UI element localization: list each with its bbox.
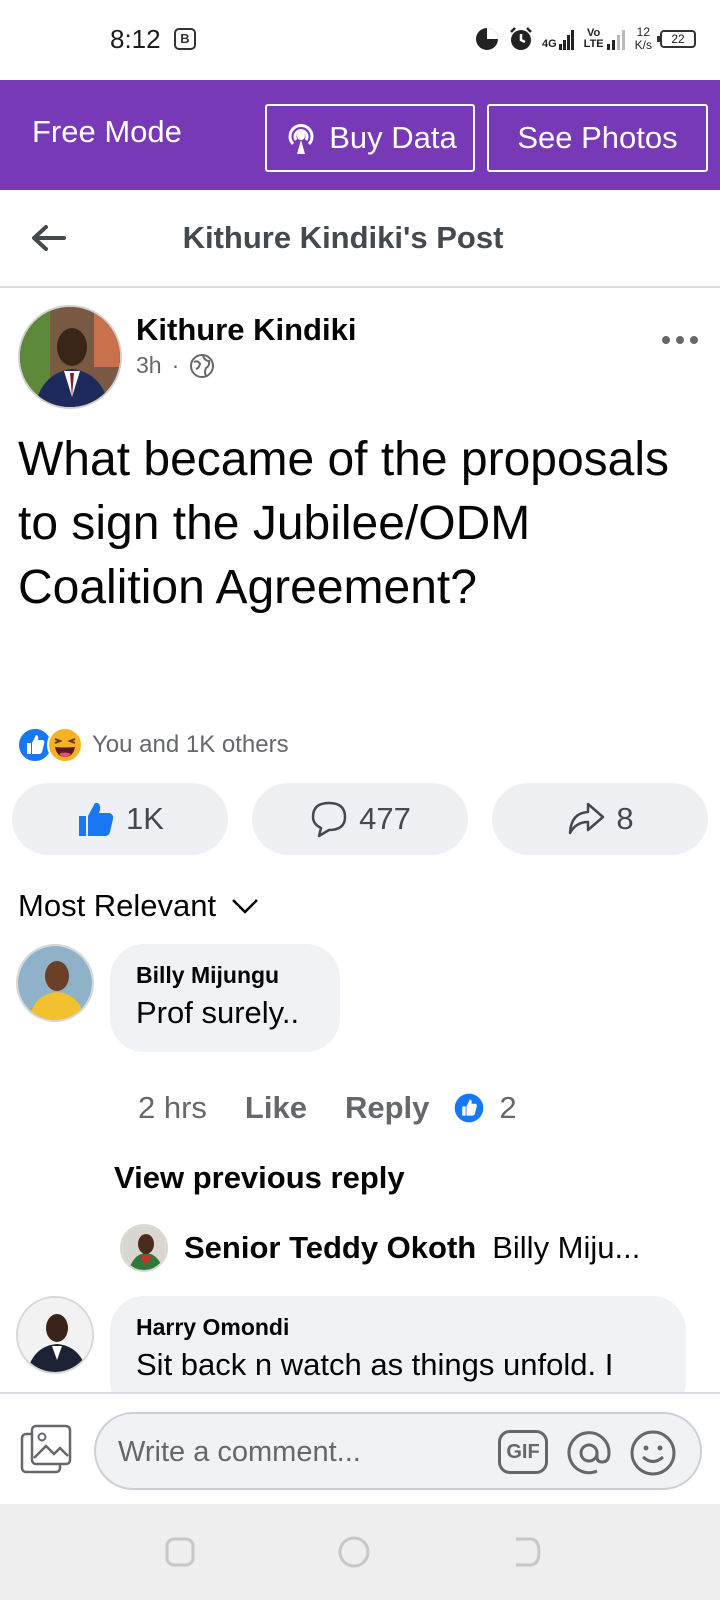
status-bar: 8:12 B 4G Vo LTE 12 K/s 22 — [0, 0, 720, 80]
post-author-name[interactable]: Kithure Kindiki — [136, 312, 356, 348]
status-icons: 4G Vo LTE 12 K/s 22 — [474, 22, 696, 56]
post-meta: 3h · — [136, 352, 215, 379]
comment-author[interactable]: Billy Mijungu — [136, 962, 314, 989]
haha-reaction-icon — [47, 727, 83, 763]
mention-icon[interactable] — [564, 1428, 614, 1478]
globe-icon — [190, 353, 215, 378]
comment-input-placeholder: Write a comment... — [118, 1436, 361, 1468]
comment-composer: Write a comment... GIF — [0, 1392, 720, 1504]
free-mode-banner: Free Mode Buy Data See Photos — [0, 80, 720, 190]
comment-text: Sit back n watch as things unfold. I — [136, 1347, 614, 1382]
comment-sort-dropdown[interactable]: Most Relevant — [18, 888, 260, 924]
system-navigation-bar — [0, 1504, 720, 1600]
home-icon[interactable] — [336, 1534, 372, 1570]
photo-gallery-icon[interactable] — [20, 1424, 72, 1474]
reply-avatar — [120, 1224, 168, 1272]
comment-avatar[interactable] — [16, 1296, 94, 1374]
volte-signal-icon: Vo LTE — [583, 28, 627, 50]
recent-apps-icon[interactable] — [162, 1534, 198, 1570]
mobile-signal-icon: 4G — [542, 28, 575, 50]
avatar-photo — [18, 946, 92, 1020]
network-type-label: 4G — [541, 38, 557, 50]
view-previous-reply-link[interactable]: View previous reply — [114, 1160, 405, 1196]
speed-unit: K/s — [634, 38, 652, 52]
post-author-avatar[interactable] — [18, 305, 122, 409]
comment-bubble-icon — [311, 801, 347, 838]
share-button[interactable]: 8 — [492, 783, 708, 855]
comment-input[interactable]: Write a comment... GIF — [94, 1412, 702, 1490]
data-saver-icon — [475, 28, 498, 50]
comment-avatar[interactable] — [16, 944, 94, 1022]
app-badge-icon: B — [174, 28, 196, 50]
buy-data-label: Buy Data — [329, 120, 457, 155]
post-body-text: What became of the proposals to sign the… — [18, 433, 670, 614]
reply-author: Senior Teddy Okoth — [184, 1230, 477, 1265]
more-options-icon[interactable] — [660, 330, 700, 350]
alarm-icon — [510, 27, 532, 50]
reply-preview[interactable]: Senior Teddy Okoth Billy Miju... — [120, 1224, 640, 1272]
post-time: 3h — [136, 352, 162, 378]
comment-time: 2 hrs — [138, 1090, 207, 1125]
comment-like-button[interactable]: Like — [245, 1090, 307, 1126]
back-icon[interactable] — [508, 1534, 544, 1570]
status-time: 8:12 — [110, 24, 161, 54]
battery-icon: 22 — [657, 30, 696, 48]
chevron-down-icon — [232, 899, 259, 914]
volte-label: Vo LTE — [583, 27, 604, 50]
meta-separator: · — [171, 352, 180, 378]
post-header: Kithure Kindiki's Post — [0, 190, 720, 288]
comment-count: 477 — [359, 801, 411, 836]
comment-text: Prof surely.. — [136, 995, 300, 1030]
see-photos-button[interactable]: See Photos — [487, 104, 708, 172]
reactions-text: You and 1K others — [92, 731, 289, 758]
comment-reply-button[interactable]: Reply — [345, 1090, 429, 1126]
like-count: 1K — [126, 801, 164, 836]
broadcast-icon — [288, 124, 314, 154]
buy-data-button[interactable]: Buy Data — [265, 104, 475, 172]
free-mode-label: Free Mode — [32, 114, 182, 149]
avatar-photo — [18, 1298, 92, 1372]
emoji-icon[interactable] — [628, 1428, 678, 1478]
thumbs-up-icon — [79, 802, 114, 836]
share-arrow-icon — [569, 802, 605, 835]
avatar-photo — [122, 1226, 166, 1270]
like-button[interactable]: 1K — [12, 783, 228, 855]
gif-icon[interactable]: GIF — [498, 1430, 548, 1474]
comment-author[interactable]: Harry Omondi — [136, 1314, 660, 1341]
network-speed: 12 K/s — [635, 26, 652, 52]
reactions-summary[interactable]: You and 1K others — [16, 726, 289, 764]
avatar-photo — [20, 307, 120, 407]
comment-actions: 2 hrs Like Reply 2 — [138, 1090, 517, 1126]
reply-text: Billy Miju... — [492, 1230, 641, 1265]
see-photos-label: See Photos — [517, 120, 678, 155]
share-count: 8 — [616, 801, 634, 836]
comment-button[interactable]: 477 — [252, 783, 468, 855]
comment-bubble[interactable]: Billy Mijungu Prof surely.. — [110, 944, 340, 1052]
like-reaction-icon — [455, 1093, 484, 1123]
page-title: Kithure Kindiki's Post — [182, 220, 504, 255]
comment-like-count: 2 — [499, 1090, 517, 1125]
sort-label: Most Relevant — [18, 888, 217, 923]
